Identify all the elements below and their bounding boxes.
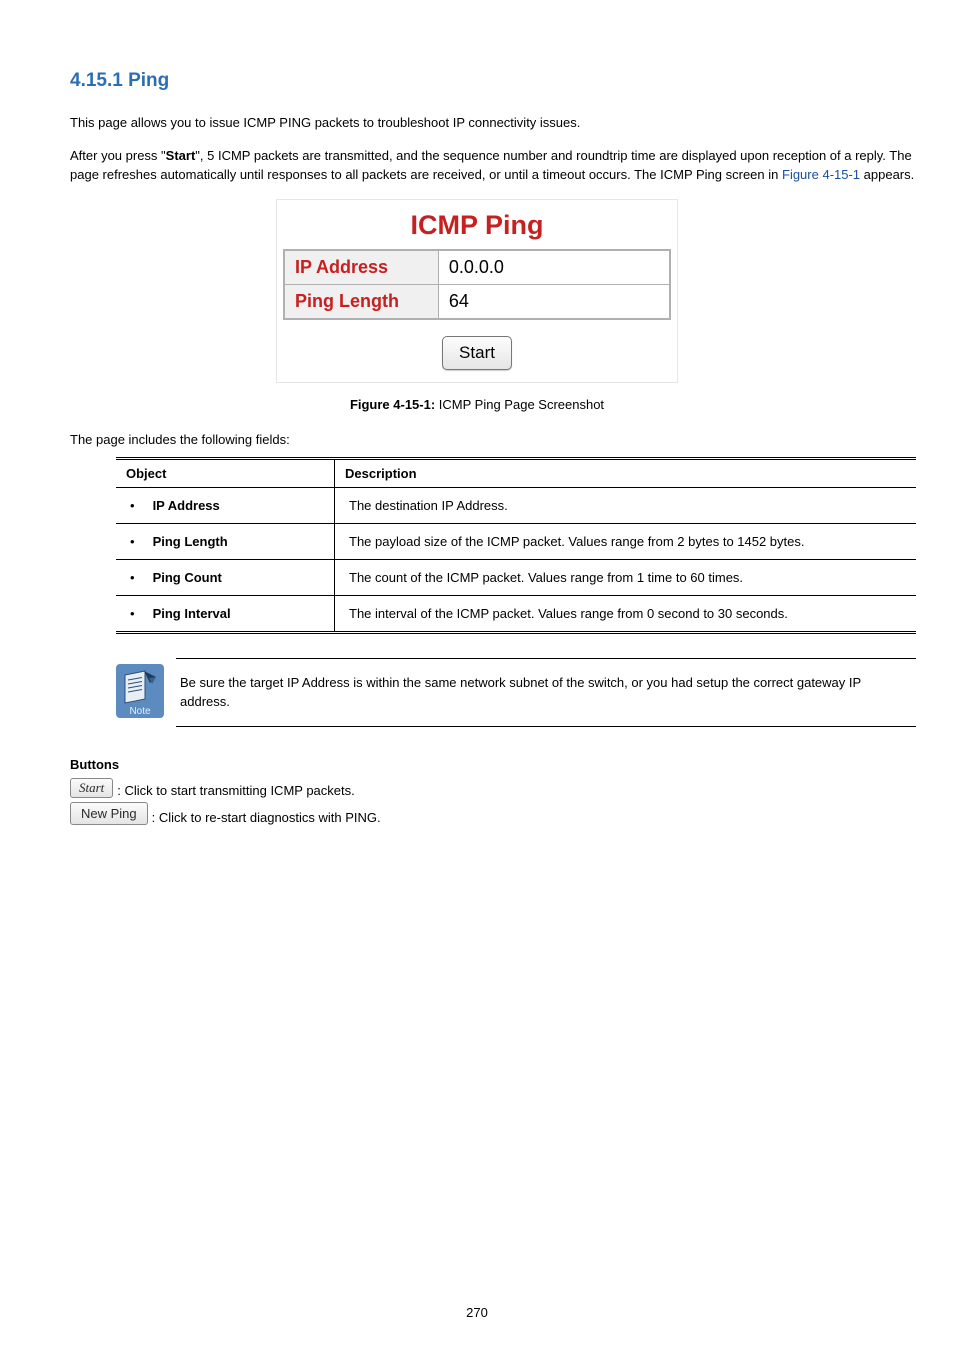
row-value-ip: 0.0.0.0 <box>438 250 670 285</box>
note-icon: Note <box>116 658 176 727</box>
field-object: •IP Address <box>116 487 335 523</box>
field-object: •Ping Length <box>116 523 335 559</box>
field-description: The count of the ICMP packet. Values ran… <box>335 559 917 595</box>
buttons-section: Buttons Start : Click to start transmitt… <box>70 757 934 825</box>
note-label: Note <box>129 706 151 717</box>
field-object-label: Ping Count <box>153 570 222 585</box>
new-ping-button-description: : Click to re-start diagnostics with PIN… <box>152 810 381 825</box>
field-description: The payload size of the ICMP packet. Val… <box>335 523 917 559</box>
table-row: •Ping Interval The interval of the ICMP … <box>116 595 916 632</box>
start-button[interactable]: Start <box>70 778 113 798</box>
table-row: •IP Address The destination IP Address. <box>116 487 916 523</box>
field-object: •Ping Count <box>116 559 335 595</box>
fields-header-description: Description <box>335 458 917 487</box>
table-row: IP Address 0.0.0.0 <box>284 250 670 285</box>
fields-header-row: Object Description <box>116 458 916 487</box>
figure-caption: Figure 4-15-1: ICMP Ping Page Screenshot <box>20 397 934 412</box>
screenshot-button-row: Start <box>283 320 671 376</box>
figure-caption-bold: Figure 4-15-1: <box>350 397 435 412</box>
table-row: •Ping Count The count of the ICMP packet… <box>116 559 916 595</box>
fields-intro-text: The page includes the following fields: <box>70 432 934 447</box>
note-block: Note Be sure the target IP Address is wi… <box>116 658 916 727</box>
intro-paragraph-2: After you press "Start", 5 ICMP packets … <box>70 147 934 185</box>
p2-start-bold: Start <box>166 148 196 163</box>
field-object-label: IP Address <box>153 498 220 513</box>
new-ping-button[interactable]: New Ping <box>70 802 148 825</box>
field-object-label: Ping Length <box>153 534 228 549</box>
start-button-description: : Click to start transmitting ICMP packe… <box>117 783 354 798</box>
screenshot-table: IP Address 0.0.0.0 Ping Length 64 <box>283 249 671 320</box>
document-page: 4.15.1 Ping This page allows you to issu… <box>0 0 954 1350</box>
row-label-length: Ping Length <box>284 284 438 319</box>
page-number: 270 <box>0 1305 954 1320</box>
figure-link: Figure 4-15-1 <box>782 167 860 182</box>
button-line-newping: New Ping : Click to re-start diagnostics… <box>70 802 934 825</box>
p2-text-c: appears. <box>860 167 914 182</box>
figure-caption-rest: ICMP Ping Page Screenshot <box>435 397 604 412</box>
table-row: •Ping Length The payload size of the ICM… <box>116 523 916 559</box>
field-object-label: Ping Interval <box>153 606 231 621</box>
p2-text-a: After you press " <box>70 148 166 163</box>
note-text: Be sure the target IP Address is within … <box>176 658 916 727</box>
screenshot-title: ICMP Ping <box>283 206 671 249</box>
row-value-length: 64 <box>438 284 670 319</box>
field-description: The destination IP Address. <box>335 487 917 523</box>
fields-table: Object Description •IP Address The desti… <box>116 457 916 634</box>
field-description: The interval of the ICMP packet. Values … <box>335 595 917 632</box>
fields-header-object: Object <box>116 458 335 487</box>
section-heading: 4.15.1 Ping <box>70 70 934 92</box>
field-object: •Ping Interval <box>116 595 335 632</box>
intro-paragraph-1: This page allows you to issue ICMP PING … <box>70 114 934 133</box>
buttons-heading: Buttons <box>70 757 934 772</box>
screenshot-start-button[interactable]: Start <box>442 336 512 370</box>
icmp-ping-screenshot: ICMP Ping IP Address 0.0.0.0 Ping Length… <box>276 199 678 383</box>
button-line-start: Start : Click to start transmitting ICMP… <box>70 778 934 798</box>
table-row: Ping Length 64 <box>284 284 670 319</box>
row-label-ip: IP Address <box>284 250 438 285</box>
